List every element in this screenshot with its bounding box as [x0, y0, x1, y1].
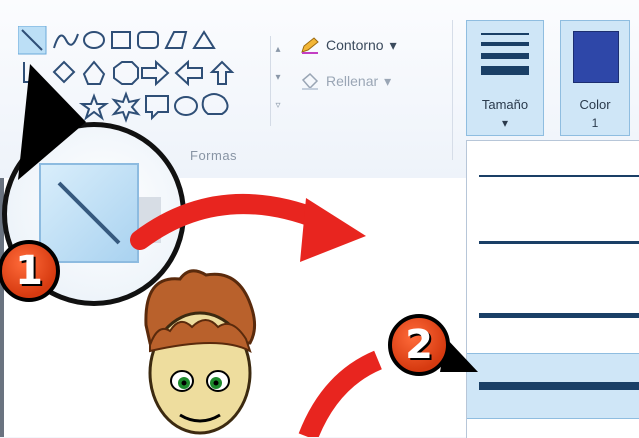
annotation-overlay	[18, 64, 478, 437]
step-1-badge: 1	[0, 240, 60, 302]
step-2-badge: 2	[388, 314, 450, 376]
